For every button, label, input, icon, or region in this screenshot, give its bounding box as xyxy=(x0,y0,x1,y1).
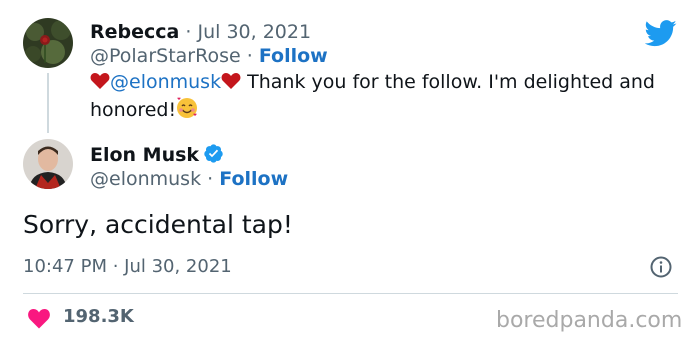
main-tweet-text: Sorry, accidental tap! xyxy=(23,210,293,239)
smiling-face-with-hearts-emoji-icon xyxy=(176,97,198,127)
reply-date[interactable]: Jul 30, 2021 xyxy=(198,21,312,43)
main-handle[interactable]: @elonmusk xyxy=(90,168,201,190)
reply-author-line: Rebecca · Jul 30, 2021 xyxy=(90,21,311,43)
reply-separator-2: · xyxy=(246,45,253,67)
reply-mention[interactable]: @elonmusk xyxy=(110,71,221,93)
tweet-timestamp[interactable]: 10:47 PM · Jul 30, 2021 xyxy=(23,256,232,277)
twitter-bird-icon[interactable] xyxy=(645,20,677,47)
main-author-name[interactable]: Elon Musk xyxy=(90,144,199,166)
like-count[interactable]: 198.3K xyxy=(63,306,134,327)
main-separator: · xyxy=(207,168,214,190)
avatar-elon[interactable] xyxy=(23,139,73,189)
red-heart-emoji-icon xyxy=(221,73,241,89)
reply-handle[interactable]: @PolarStarRose xyxy=(90,45,241,67)
reply-handle-line: @PolarStarRose · Follow xyxy=(90,45,328,67)
red-heart-emoji-icon xyxy=(90,73,110,89)
reply-separator: · xyxy=(185,21,192,43)
main-follow-button[interactable]: Follow xyxy=(219,168,288,190)
verified-badge-icon xyxy=(204,144,223,163)
watermark: boredpanda.com xyxy=(496,308,683,333)
main-handle-line: @elonmusk · Follow xyxy=(90,168,288,190)
main-author-line: Elon Musk xyxy=(90,143,224,166)
avatar-rebecca[interactable] xyxy=(23,18,73,68)
divider xyxy=(23,293,678,294)
info-icon[interactable] xyxy=(649,255,673,279)
thread-line xyxy=(47,73,49,133)
reply-author-name[interactable]: Rebecca xyxy=(90,21,179,43)
reply-follow-button[interactable]: Follow xyxy=(259,45,328,67)
heart-icon[interactable] xyxy=(27,307,51,329)
reply-text: @elonmusk Thank you for the follow. I'm … xyxy=(90,68,690,127)
